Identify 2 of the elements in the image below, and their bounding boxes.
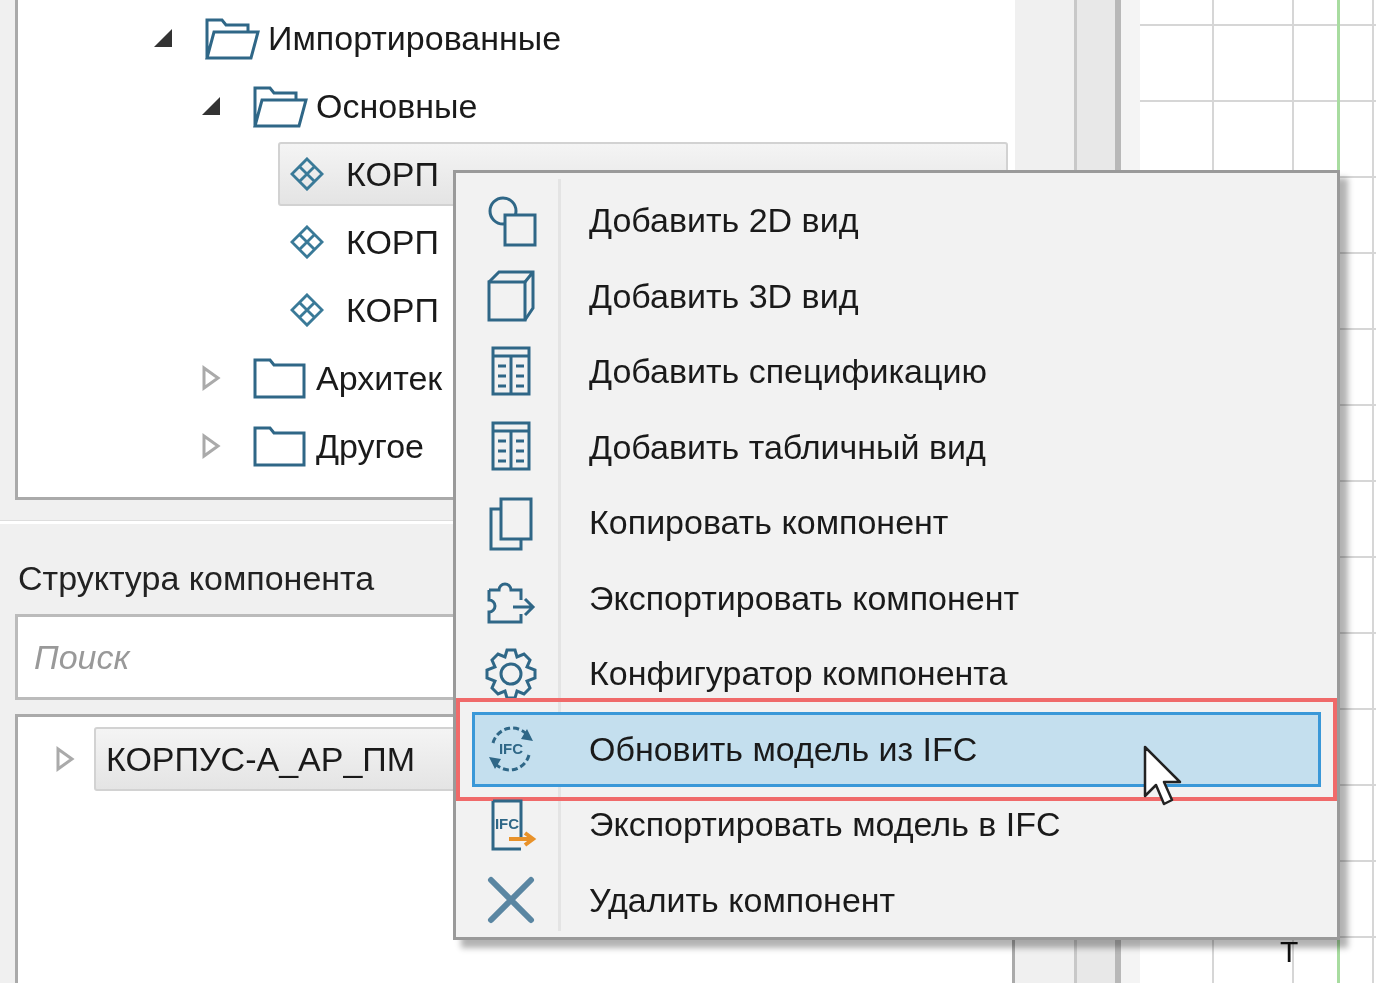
canvas-label: Т (1280, 935, 1299, 969)
panel-title: Структура компонента (18, 558, 375, 599)
